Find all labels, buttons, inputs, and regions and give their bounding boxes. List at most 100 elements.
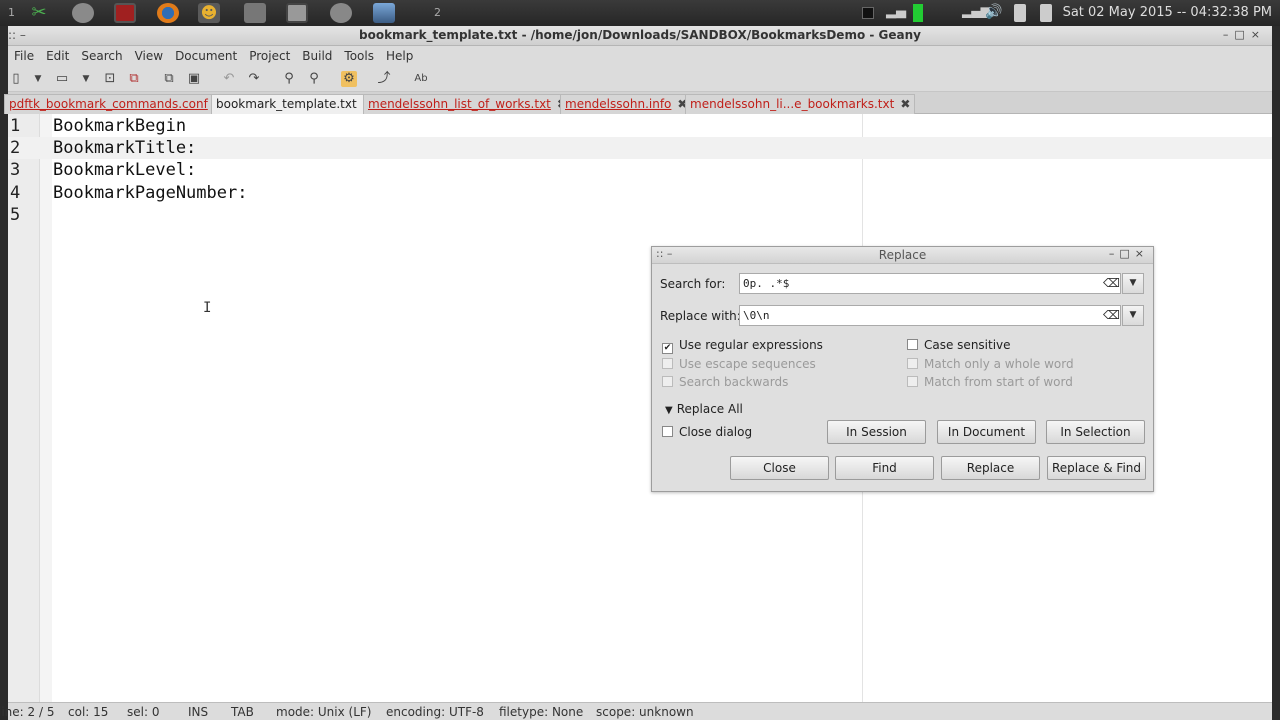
firefox-icon[interactable] xyxy=(157,3,179,23)
menu-file[interactable]: File xyxy=(10,49,42,63)
close-button[interactable]: Close xyxy=(730,456,829,480)
code-line[interactable]: 1 BookmarkBegin xyxy=(8,115,1272,137)
tab-mendelssohn-info[interactable]: mendelssohn.info ✖ xyxy=(560,94,693,114)
find-next-icon[interactable]: ⚲ xyxy=(306,71,322,87)
close-tab-icon[interactable]: ✖ xyxy=(900,97,910,111)
status-sel: sel: 0 xyxy=(127,705,160,719)
terminal-icon[interactable] xyxy=(114,3,136,23)
mouse-ibeam-cursor-icon: I xyxy=(203,300,212,316)
clock[interactable]: Sat 02 May 2015 -- 04:32:38 PM xyxy=(1063,5,1272,20)
menu-view[interactable]: View xyxy=(131,49,171,63)
line-number: 4 xyxy=(10,183,21,203)
dialog-window-controls[interactable]: –□× xyxy=(1109,247,1149,260)
code-line[interactable]: 5 xyxy=(8,204,1272,226)
battery-meter-icon[interactable] xyxy=(913,4,923,22)
search-app-icon[interactable] xyxy=(330,3,352,23)
save-icon[interactable]: ⊡ xyxy=(102,71,118,87)
paste-icon[interactable]: ▣ xyxy=(186,71,202,87)
menu-tools[interactable]: Tools xyxy=(340,49,382,63)
screenshot-icon[interactable] xyxy=(286,3,308,23)
taskbar: 1 ✂ ☻ 2 ▂▄ ▂▄▆ 🔊 Sat 02 May 2015 -- 04:3… xyxy=(0,0,1280,26)
compile-icon[interactable]: ⚙ xyxy=(341,71,357,87)
wifi-icon[interactable]: ▂▄▆ xyxy=(962,4,990,22)
code-line[interactable]: 3 BookmarkLevel: xyxy=(8,159,1272,181)
checkbox-icon xyxy=(662,426,673,437)
folder-icon[interactable] xyxy=(244,3,266,23)
image-viewer-icon[interactable] xyxy=(373,3,395,23)
find-button[interactable]: Find xyxy=(835,456,934,480)
workspace-number-2[interactable]: 2 xyxy=(434,6,441,19)
menu-document[interactable]: Document xyxy=(171,49,245,63)
code-line-current[interactable]: 2 BookmarkTitle: xyxy=(8,137,1272,159)
status-col: col: 15 xyxy=(68,705,109,719)
in-session-button[interactable]: In Session xyxy=(827,420,926,444)
tab-pdftk-bookmark-commands[interactable]: pdftk_bookmark_commands.conf✖ xyxy=(4,94,229,114)
menu-edit[interactable]: Edit xyxy=(42,49,77,63)
status-filetype: filetype: None xyxy=(499,705,584,719)
new-dropdown-icon[interactable]: ▼ xyxy=(30,71,46,87)
undo-icon[interactable]: ↶ xyxy=(221,71,237,87)
volume-icon[interactable]: 🔊 xyxy=(985,4,1005,22)
replace-and-find-button[interactable]: Replace & Find xyxy=(1047,456,1146,480)
spellcheck-icon[interactable]: Ab xyxy=(412,71,430,87)
menu-help[interactable]: Help xyxy=(382,49,421,63)
checkbox-icon xyxy=(662,376,673,387)
replace-button[interactable]: Replace xyxy=(941,456,1040,480)
save-all-icon[interactable]: ⧉ xyxy=(126,71,142,87)
checkbox-label: Match only a whole word xyxy=(924,357,1074,371)
new-file-icon[interactable]: ▯ xyxy=(8,71,24,87)
jump-icon[interactable]: ⤴ xyxy=(376,71,392,87)
search-for-input[interactable]: 0p. .*$ xyxy=(739,273,1121,294)
line-number: 1 xyxy=(10,116,21,136)
tab-mendelssohn-list-of-works[interactable]: mendelssohn_list_of_works.txt✖ xyxy=(363,94,572,114)
replace-dialog-titlebar[interactable]: :: – Replace –□× xyxy=(652,247,1153,264)
use-regex-checkbox[interactable]: ✔ Use regular expressions xyxy=(662,338,823,354)
statusbar: line: 2 / 5 col: 15 sel: 0 INS TAB mode:… xyxy=(0,702,1272,720)
menu-project[interactable]: Project xyxy=(245,49,298,63)
signal-icon[interactable]: ▂▄ xyxy=(886,4,906,22)
tab-label: mendelssohn.info xyxy=(565,97,672,111)
search-history-dropdown[interactable]: ▼ xyxy=(1122,273,1144,294)
search-backwards-checkbox[interactable]: Search backwards xyxy=(662,375,788,389)
checkbox-icon xyxy=(907,358,918,369)
replace-dialog-title: Replace xyxy=(878,248,927,262)
window-controls[interactable]: –□× xyxy=(1223,28,1266,41)
disk-icon[interactable] xyxy=(72,3,94,23)
search-for-label: Search for: xyxy=(660,277,726,291)
checkbox-label: Close dialog xyxy=(679,425,753,439)
checkbox-label: Use escape sequences xyxy=(679,357,816,371)
window-titlebar[interactable]: :: – bookmark_template.txt - /home/jon/D… xyxy=(8,26,1272,46)
open-file-icon[interactable]: ▭ xyxy=(54,71,70,87)
case-sensitive-checkbox[interactable]: Case sensitive xyxy=(907,338,1011,352)
copy-icon[interactable]: ⧉ xyxy=(161,71,177,87)
status-ins: INS xyxy=(188,705,209,719)
in-document-button[interactable]: In Document xyxy=(937,420,1036,444)
redo-icon[interactable]: ↷ xyxy=(246,71,262,87)
battery-icon[interactable] xyxy=(1040,4,1052,22)
menu-build[interactable]: Build xyxy=(298,49,340,63)
in-selection-button[interactable]: In Selection xyxy=(1046,420,1145,444)
clear-search-icon[interactable]: ⌫ xyxy=(1103,276,1120,290)
code-line[interactable]: 4 BookmarkPageNumber: xyxy=(8,182,1272,204)
tab-mendelssohn-bookmarks[interactable]: mendelssohn_li...e_bookmarks.txt ✖ xyxy=(685,94,916,114)
start-of-word-checkbox[interactable]: Match from start of word xyxy=(907,375,1073,389)
find-icon[interactable]: ⚲ xyxy=(281,71,297,87)
open-dropdown-icon[interactable]: ▼ xyxy=(78,71,94,87)
replace-with-input[interactable]: \0\n xyxy=(739,305,1121,326)
menu-search[interactable]: Search xyxy=(77,49,130,63)
line-number: 5 xyxy=(10,205,21,225)
whole-word-checkbox[interactable]: Match only a whole word xyxy=(907,357,1074,371)
tab-label: pdftk_bookmark_commands.conf xyxy=(9,97,208,111)
replace-all-expander[interactable]: ▼ Replace All xyxy=(665,402,743,416)
tools-icon[interactable]: ✂ xyxy=(28,3,50,23)
close-dialog-checkbox[interactable]: Close dialog xyxy=(662,425,752,439)
tab-bookmark-template[interactable]: bookmark_template.txt✖ xyxy=(211,94,378,114)
replace-history-dropdown[interactable]: ▼ xyxy=(1122,305,1144,326)
workspace-number[interactable]: 1 xyxy=(8,6,15,19)
geany-icon[interactable]: ☻ xyxy=(198,3,220,23)
tray-box-icon[interactable] xyxy=(862,7,874,19)
clear-replace-icon[interactable]: ⌫ xyxy=(1103,308,1120,322)
clipboard-icon[interactable] xyxy=(1014,4,1026,22)
use-escape-checkbox[interactable]: Use escape sequences xyxy=(662,357,816,371)
checkbox-icon xyxy=(662,358,673,369)
